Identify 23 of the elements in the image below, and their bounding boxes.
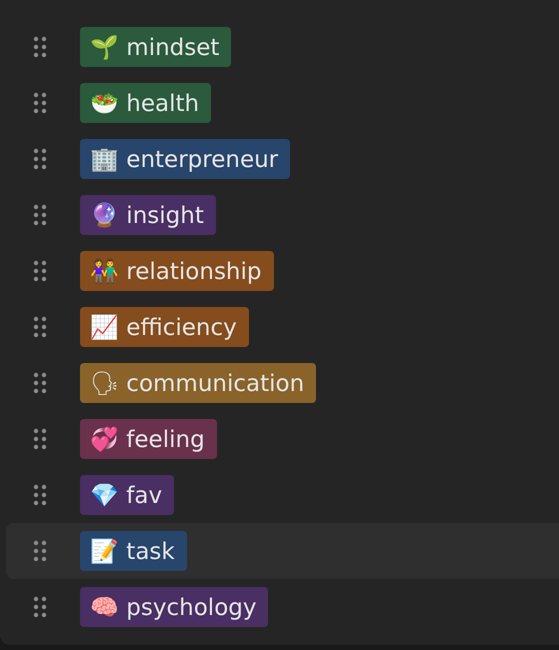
- drag-handle-icon[interactable]: [33, 260, 47, 282]
- drag-handle-icon[interactable]: [33, 316, 47, 338]
- drag-handle-icon[interactable]: [33, 596, 47, 618]
- drag-handle-icon[interactable]: [33, 372, 47, 394]
- tag-label[interactable]: 💞 feeling: [80, 419, 217, 459]
- drag-handle-icon[interactable]: [33, 540, 47, 562]
- tag-label[interactable]: 📝 task: [80, 531, 187, 571]
- drag-handle-icon[interactable]: [33, 428, 47, 450]
- tag-label[interactable]: 🌱 mindset: [80, 27, 232, 67]
- tag-label[interactable]: 👫 relationship: [80, 251, 274, 291]
- drag-handle-icon[interactable]: [33, 204, 47, 226]
- drag-handle-icon[interactable]: [33, 36, 47, 58]
- tag-label[interactable]: 🥗 health: [80, 83, 212, 123]
- drag-handle-icon[interactable]: [33, 92, 47, 114]
- drag-handle-icon[interactable]: [33, 484, 47, 506]
- tag-label[interactable]: 🔮 insight: [80, 195, 216, 235]
- tag-label[interactable]: 📈 efficiency: [80, 307, 249, 347]
- tag-label[interactable]: 🧠 psychology: [80, 587, 268, 627]
- drag-handle-icon[interactable]: [33, 148, 47, 170]
- tag-label[interactable]: 🏢 enterpreneur: [80, 139, 290, 179]
- tag-label[interactable]: 🗣 communication: [80, 363, 316, 403]
- hovered-row[interactable]: 📝 task: [6, 523, 559, 579]
- tag-label[interactable]: 💎 fav: [80, 475, 174, 515]
